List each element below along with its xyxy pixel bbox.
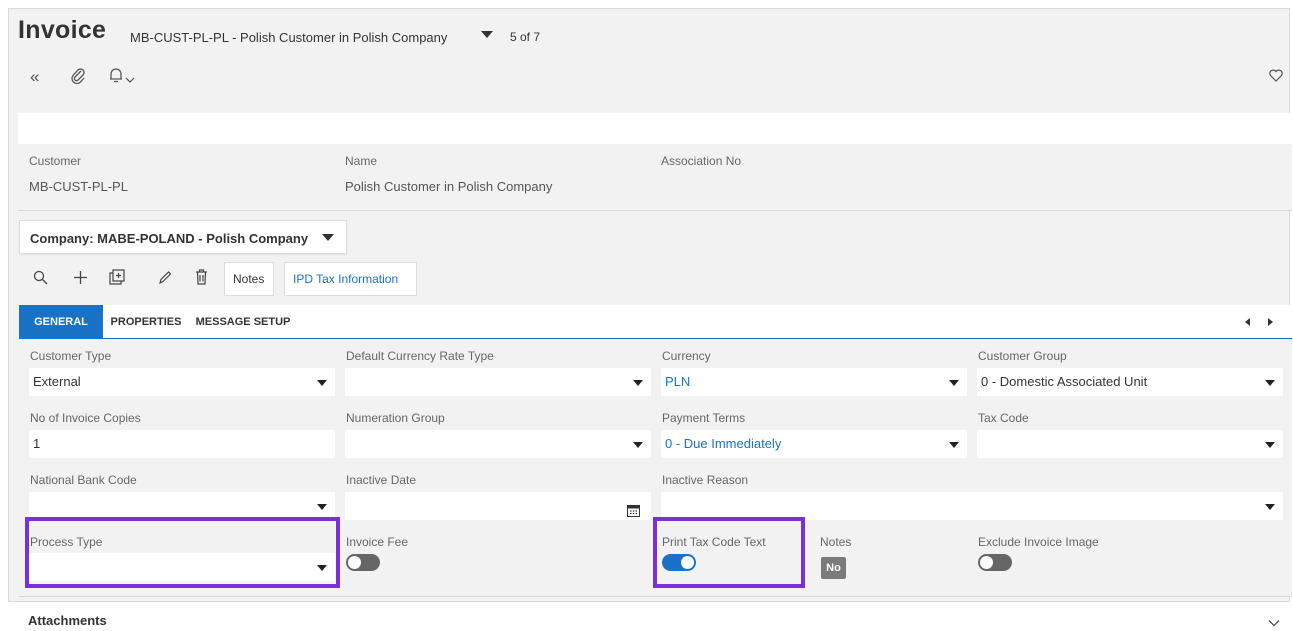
copy-icon[interactable] xyxy=(109,269,125,290)
record-pager: 5 of 7 xyxy=(510,30,541,44)
dropdown-caret-icon xyxy=(1265,442,1275,448)
edit-icon[interactable] xyxy=(158,270,172,290)
company-caret-icon[interactable] xyxy=(322,234,334,241)
print-tax-code-text-highlight xyxy=(653,517,805,588)
dropdown-caret-icon xyxy=(1265,504,1275,510)
dropdown-caret-icon xyxy=(949,380,959,386)
numeration-group-select[interactable] xyxy=(345,430,651,458)
dropdown-caret-icon xyxy=(317,504,327,510)
inactive-reason-select[interactable] xyxy=(661,492,1283,520)
plus-icon[interactable] xyxy=(73,270,88,290)
dropdown-caret-icon xyxy=(633,380,643,386)
national-bank-code-label: National Bank Code xyxy=(30,473,137,487)
no-of-invoice-copies-label: No of Invoice Copies xyxy=(30,411,141,425)
tab-general[interactable]: GENERAL xyxy=(19,305,103,339)
default-currency-rate-type-label: Default Currency Rate Type xyxy=(346,349,494,363)
page-title: Invoice xyxy=(18,16,107,44)
tax-code-select[interactable] xyxy=(977,430,1283,458)
payment-terms-value: 0 - Due Immediately xyxy=(665,436,782,451)
attachments-title: Attachments xyxy=(28,613,107,628)
customer-label: Customer xyxy=(29,154,82,168)
tab-scroll-left-icon[interactable] xyxy=(1245,318,1250,326)
name-value: Polish Customer in Polish Company xyxy=(345,179,553,194)
tax-code-label: Tax Code xyxy=(978,411,1029,425)
header-white-bar xyxy=(18,113,1292,144)
dropdown-caret-icon xyxy=(949,442,959,448)
bell-icon[interactable] xyxy=(108,66,124,89)
tab-message-setup[interactable]: MESSAGE SETUP xyxy=(189,305,297,339)
record-subtitle[interactable]: MB-CUST-PL-PL - Polish Customer in Polis… xyxy=(130,30,447,45)
customer-type-select[interactable]: External xyxy=(29,368,335,396)
company-selector[interactable]: Company: MABE-POLAND - Polish Company xyxy=(19,220,347,254)
default-currency-rate-type-select[interactable] xyxy=(345,368,651,396)
double-chevron-left-icon[interactable]: « xyxy=(30,68,39,86)
currency-label: Currency xyxy=(662,349,711,363)
trash-icon[interactable] xyxy=(195,269,208,290)
customer-type-label: Customer Type xyxy=(30,349,112,363)
payment-terms-select[interactable]: 0 - Due Immediately xyxy=(661,430,967,458)
customer-group-select[interactable]: 0 - Domestic Associated Unit xyxy=(977,368,1283,396)
association-no-label: Association No xyxy=(661,154,742,168)
tab-bar: GENERAL PROPERTIES MESSAGE SETUP xyxy=(19,305,1292,339)
national-bank-code-select[interactable] xyxy=(29,492,335,520)
customer-group-label: Customer Group xyxy=(978,349,1067,363)
tab-properties[interactable]: PROPERTIES xyxy=(103,305,189,339)
chevron-down-icon[interactable] xyxy=(1268,614,1280,631)
inactive-reason-label: Inactive Reason xyxy=(662,473,749,487)
heart-icon[interactable] xyxy=(1269,69,1283,87)
dropdown-caret-icon xyxy=(317,380,327,386)
inactive-date-label: Inactive Date xyxy=(346,473,417,487)
record-summary: Customer MB-CUST-PL-PL Name Polish Custo… xyxy=(18,145,1292,211)
payment-terms-label: Payment Terms xyxy=(662,411,746,425)
paperclip-icon[interactable] xyxy=(70,67,86,90)
tab-scroll-right-icon[interactable] xyxy=(1268,318,1273,326)
chevron-down-icon[interactable] xyxy=(125,71,135,89)
notes-button[interactable]: Notes xyxy=(224,262,274,296)
search-icon[interactable] xyxy=(33,270,48,290)
currency-value: PLN xyxy=(665,374,691,389)
invoice-fee-label: Invoice Fee xyxy=(346,535,409,549)
ipd-tax-information-button[interactable]: IPD Tax Information xyxy=(284,262,417,296)
calendar-icon[interactable] xyxy=(627,499,640,527)
exclude-invoice-image-label: Exclude Invoice Image xyxy=(978,535,1099,549)
invoice-fee-toggle[interactable] xyxy=(346,554,380,571)
customer-type-value: External xyxy=(33,374,81,389)
company-selector-label: Company: MABE-POLAND - Polish Company xyxy=(30,231,309,246)
currency-select[interactable]: PLN xyxy=(661,368,967,396)
notes-status-badge[interactable]: No xyxy=(821,557,846,579)
attachments-section[interactable]: Attachments xyxy=(8,601,1290,631)
record-selector-caret-icon[interactable] xyxy=(481,31,493,38)
no-of-invoice-copies-input[interactable]: 1 xyxy=(29,430,335,458)
process-type-highlight xyxy=(25,517,340,588)
exclude-invoice-image-toggle[interactable] xyxy=(978,554,1012,571)
numeration-group-label: Numeration Group xyxy=(346,411,445,425)
dropdown-caret-icon xyxy=(1265,380,1275,386)
notes-field-label: Notes xyxy=(820,535,852,549)
name-label: Name xyxy=(345,154,378,168)
dropdown-caret-icon xyxy=(633,442,643,448)
customer-group-value: 0 - Domestic Associated Unit xyxy=(981,374,1148,389)
customer-value: MB-CUST-PL-PL xyxy=(29,179,128,194)
inactive-date-input[interactable] xyxy=(345,492,651,520)
